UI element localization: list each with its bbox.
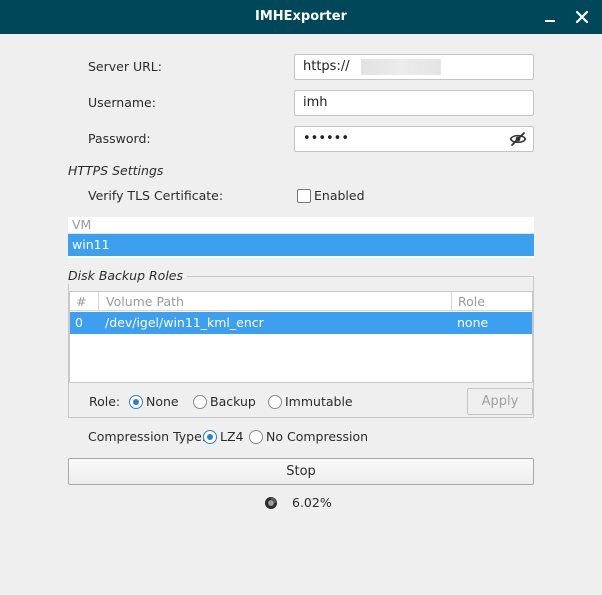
password-input[interactable]: ••••••	[294, 126, 534, 152]
compression-none-label[interactable]: No Compression	[266, 427, 368, 447]
column-header-role[interactable]: Role	[452, 292, 532, 311]
column-header-volume-path[interactable]: Volume Path	[99, 292, 452, 311]
minimize-icon	[545, 20, 555, 22]
vm-list-item[interactable]: win11	[68, 234, 534, 256]
disk-backup-roles-title: Disk Backup Roles	[68, 268, 188, 284]
role-backup-label[interactable]: Backup	[210, 392, 256, 412]
compression-lz4-radio[interactable]	[203, 430, 217, 444]
row-role: none	[457, 315, 489, 330]
apply-button[interactable]: Apply	[467, 388, 533, 415]
role-immutable-radio[interactable]	[268, 395, 282, 409]
role-none-radio[interactable]	[129, 395, 143, 409]
username-value: imh	[303, 95, 328, 110]
main-window: IMHExporter Server URL: https:// Usernam…	[0, 0, 602, 595]
close-icon	[575, 10, 589, 24]
spinner-icon	[264, 496, 278, 510]
verify-tls-checkbox[interactable]	[297, 189, 311, 203]
server-url-value: https://	[303, 59, 350, 74]
password-value: ••••••	[303, 131, 350, 146]
https-settings-title: HTTPS Settings	[68, 163, 164, 178]
eye-slash-icon	[509, 132, 527, 146]
vm-list[interactable]: VM win11	[68, 217, 534, 258]
password-visibility-toggle[interactable]	[509, 131, 527, 147]
row-volume-path: /dev/igel/win11_kml_encr	[105, 315, 264, 330]
server-url-input[interactable]: https://	[294, 54, 534, 80]
verify-tls-label: Verify TLS Certificate:	[88, 188, 224, 203]
stop-button[interactable]: Stop	[68, 458, 534, 485]
verify-tls-checkbox-label[interactable]: Enabled	[314, 186, 365, 206]
compression-type-label: Compression Type:	[88, 429, 207, 444]
username-label: Username:	[88, 95, 156, 110]
server-url-label: Server URL:	[88, 59, 162, 74]
redacted-region	[361, 59, 441, 75]
role-label: Role:	[89, 394, 121, 409]
row-index: 0	[75, 315, 83, 330]
role-backup-radio[interactable]	[193, 395, 207, 409]
disk-roles-table[interactable]: # Volume Path Role 0 /dev/igel/win11_kml…	[69, 291, 533, 383]
progress-percentage: 6.02%	[292, 495, 332, 510]
table-row[interactable]: 0 /dev/igel/win11_kml_encr none	[70, 312, 532, 334]
username-input[interactable]: imh	[294, 90, 534, 116]
role-none-label[interactable]: None	[146, 392, 179, 412]
close-button[interactable]	[574, 9, 590, 25]
password-label: Password:	[88, 131, 151, 146]
column-header-index[interactable]: #	[70, 292, 99, 311]
compression-lz4-label[interactable]: LZ4	[220, 427, 243, 447]
title-bar[interactable]: IMHExporter	[0, 0, 602, 34]
minimize-button[interactable]	[542, 9, 558, 25]
compression-none-radio[interactable]	[249, 430, 263, 444]
vm-list-header[interactable]: VM	[68, 217, 534, 234]
role-immutable-label[interactable]: Immutable	[285, 392, 353, 412]
window-title: IMHExporter	[254, 9, 347, 24]
